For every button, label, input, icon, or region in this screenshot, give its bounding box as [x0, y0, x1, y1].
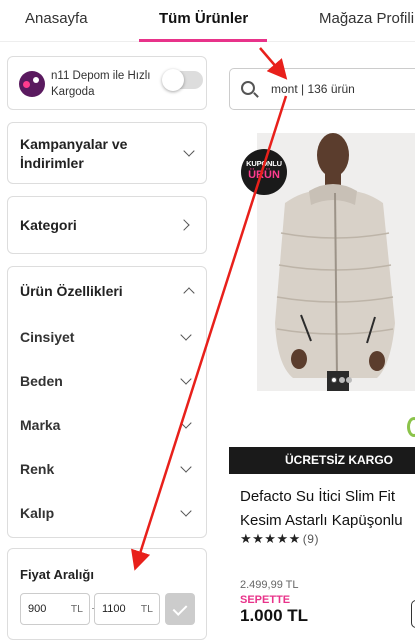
- chevron-down-icon[interactable]: [180, 373, 192, 385]
- price-apply-button[interactable]: [165, 593, 195, 625]
- filter-urun-ozellikleri: Ürün Özellikleri Cinsiyet Beden Marka Re…: [7, 266, 207, 538]
- filter-beden[interactable]: Beden: [20, 373, 63, 389]
- ucretsiz-kargo-banner: ÜCRETSİZ KARGO: [229, 447, 415, 474]
- filter-ozellikler-label[interactable]: Ürün Özellikleri: [20, 282, 123, 301]
- product-name-line2: Kesim Astarlı Kapüşonlu: [240, 512, 403, 529]
- max-price-value: 1100: [102, 603, 126, 615]
- min-price-unit: TL: [70, 603, 83, 615]
- filter-cinsiyet[interactable]: Cinsiyet: [20, 329, 74, 345]
- carousel-dot[interactable]: [346, 377, 352, 383]
- max-price-input[interactable]: 1100 TL: [94, 593, 160, 625]
- carousel-dot-active[interactable]: [331, 377, 337, 383]
- depom-label: n11 Depom ile Hızlı Kargoda: [51, 70, 151, 98]
- seller-badge-icon: [407, 417, 415, 437]
- chevron-right-icon: [178, 219, 190, 231]
- sepette-price: 1.000 TL: [240, 606, 309, 625]
- search-icon: [241, 81, 255, 95]
- filter-kampanyalar[interactable]: Kampanyalar ve İndirimler: [7, 122, 207, 184]
- tab-anasayfa[interactable]: Anasayfa: [25, 10, 88, 27]
- add-to-cart-button[interactable]: [411, 600, 415, 628]
- old-price: 2.499,99 TL: [240, 579, 299, 591]
- product-name-line1: Defacto Su İtici Slim Fit: [240, 488, 396, 505]
- filter-fiyat-araligi: Fiyat Aralığı 900 TL 1100 TL: [7, 548, 207, 640]
- chevron-down-icon[interactable]: [180, 461, 192, 473]
- filter-marka[interactable]: Marka: [20, 417, 60, 433]
- filter-kategori-label: Kategori: [20, 217, 77, 233]
- filter-kalip[interactable]: Kalıp: [20, 505, 54, 521]
- chevron-down-icon[interactable]: [180, 329, 192, 341]
- tab-tum-urunler[interactable]: Tüm Ürünler: [159, 10, 248, 27]
- chevron-up-icon[interactable]: [183, 287, 195, 299]
- review-count: (9): [302, 532, 319, 546]
- kuponlu-urun-badge: KUPONLU ÜRÜN: [241, 149, 287, 195]
- min-price-input[interactable]: 900 TL: [20, 593, 90, 625]
- filter-renk[interactable]: Renk: [20, 461, 54, 477]
- kupon-line2: ÜRÜN: [248, 169, 280, 181]
- min-price-value: 900: [28, 603, 47, 615]
- tab-bar: Anasayfa Tüm Ürünler Mağaza Profili: [0, 0, 415, 42]
- star-icons: ★★★★★: [240, 531, 301, 546]
- kupon-line1: KUPONLU: [246, 159, 282, 168]
- max-price-unit: TL: [140, 603, 153, 615]
- product-name[interactable]: Defacto Su İtici Slim Fit Kesim Astarlı …: [240, 485, 415, 533]
- tab-magaza-profili[interactable]: Mağaza Profili: [319, 10, 414, 27]
- rating-stars: ★★★★★ (9): [240, 531, 319, 547]
- chevron-down-icon[interactable]: [180, 417, 192, 429]
- active-tab-indicator: [139, 39, 267, 42]
- search-input[interactable]: mont | 136 ürün: [229, 68, 415, 110]
- filter-kategori[interactable]: Kategori: [7, 196, 207, 254]
- search-query-text: mont | 136 ürün: [271, 82, 355, 96]
- sepette-label: SEPETTE: [240, 594, 291, 606]
- filter-kampanyalar-label: Kampanyalar ve İndirimler: [20, 136, 128, 171]
- depom-toggle[interactable]: [162, 69, 203, 91]
- n11-depom-logo-icon: [19, 71, 45, 97]
- carousel-dot[interactable]: [339, 377, 345, 383]
- fiyat-title: Fiyat Aralığı: [20, 567, 94, 582]
- depom-filter: n11 Depom ile Hızlı Kargoda: [7, 56, 207, 110]
- chevron-down-icon[interactable]: [180, 505, 192, 517]
- chevron-down-icon: [183, 145, 195, 157]
